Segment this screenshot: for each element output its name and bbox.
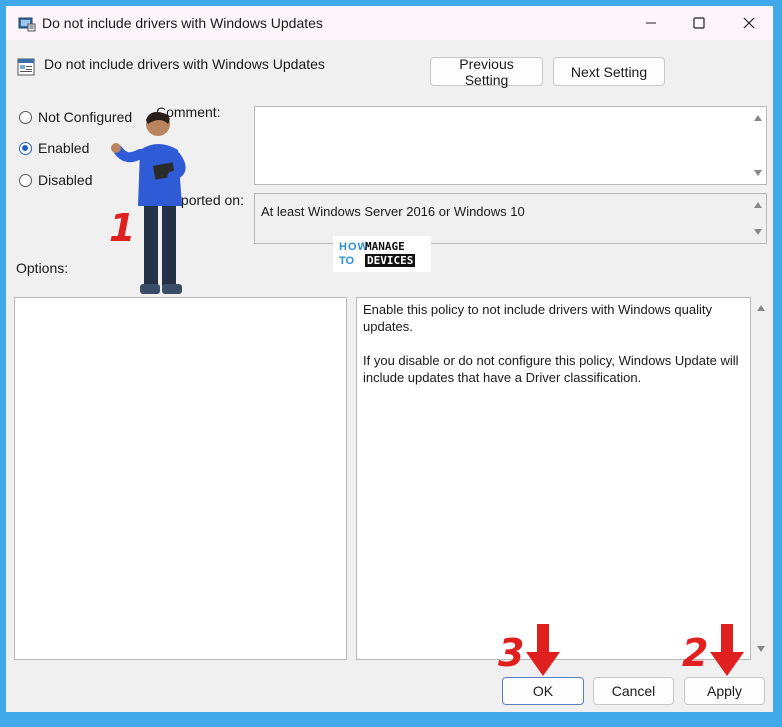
comment-textarea[interactable] xyxy=(254,106,767,185)
help-scrollbar[interactable] xyxy=(753,297,769,660)
radio-circle[interactable] xyxy=(19,110,32,124)
watermark-devices: DEVICES xyxy=(365,254,416,267)
supported-on-field: At least Windows Server 2016 or Windows … xyxy=(254,193,767,244)
howtomanagedevices-watermark: HOW TO MANAGE DEVICES xyxy=(333,236,431,272)
policy-editor-icon xyxy=(18,16,36,35)
scroll-up-icon[interactable] xyxy=(757,305,765,311)
scroll-down-icon[interactable] xyxy=(757,646,765,652)
step-2-annotation: 2 xyxy=(682,631,709,675)
window-title: Do not include drivers with Windows Upda… xyxy=(42,15,323,31)
apply-button[interactable]: Apply xyxy=(684,677,765,705)
radio-disabled[interactable]: Disabled xyxy=(19,172,92,188)
radio-enabled[interactable]: Enabled xyxy=(19,140,89,156)
supported-scrollbar[interactable] xyxy=(750,194,766,243)
close-button[interactable] xyxy=(726,10,772,36)
watermark-to: TO xyxy=(339,255,355,267)
scroll-up-icon[interactable] xyxy=(754,202,762,208)
help-text: Enable this policy to not include driver… xyxy=(363,301,743,403)
arrow-down-icon xyxy=(526,624,560,679)
arrow-down-icon xyxy=(710,624,744,679)
radio-circle-checked[interactable] xyxy=(19,141,32,155)
setting-name: Do not include drivers with Windows Upda… xyxy=(44,56,325,72)
policy-dialog: Do not include drivers with Windows Upda… xyxy=(6,6,773,712)
scroll-up-icon[interactable] xyxy=(754,115,762,121)
previous-setting-button[interactable]: Previous Setting xyxy=(430,56,543,88)
comment-scrollbar[interactable] xyxy=(750,107,766,184)
radio-label: Disabled xyxy=(38,172,93,188)
options-label: Options: xyxy=(16,260,69,276)
setting-document-icon xyxy=(17,58,35,79)
help-panel: Enable this policy to not include driver… xyxy=(356,297,751,660)
watermark-manage: MANAGE xyxy=(365,240,405,253)
help-paragraph: Enable this policy to not include driver… xyxy=(363,302,713,334)
next-setting-button[interactable]: Next Setting xyxy=(553,57,665,86)
maximize-button[interactable] xyxy=(676,10,722,36)
ok-button[interactable]: OK xyxy=(502,677,584,705)
radio-circle[interactable] xyxy=(19,173,32,187)
help-paragraph: If you disable or do not configure this … xyxy=(363,353,739,385)
scroll-down-icon[interactable] xyxy=(754,229,762,235)
options-panel xyxy=(14,297,347,660)
minimize-button[interactable] xyxy=(628,10,674,36)
scroll-down-icon[interactable] xyxy=(754,170,762,176)
radio-label: Enabled xyxy=(38,140,90,156)
watermark-main: MANAGE DEVICES xyxy=(365,240,416,268)
supported-on-value: At least Windows Server 2016 or Windows … xyxy=(261,204,525,219)
step-3-annotation: 3 xyxy=(498,631,525,675)
step-1-annotation: 1 xyxy=(109,206,136,250)
cancel-button[interactable]: Cancel xyxy=(593,677,674,705)
title-bar: Do not include drivers with Windows Upda… xyxy=(6,6,773,40)
